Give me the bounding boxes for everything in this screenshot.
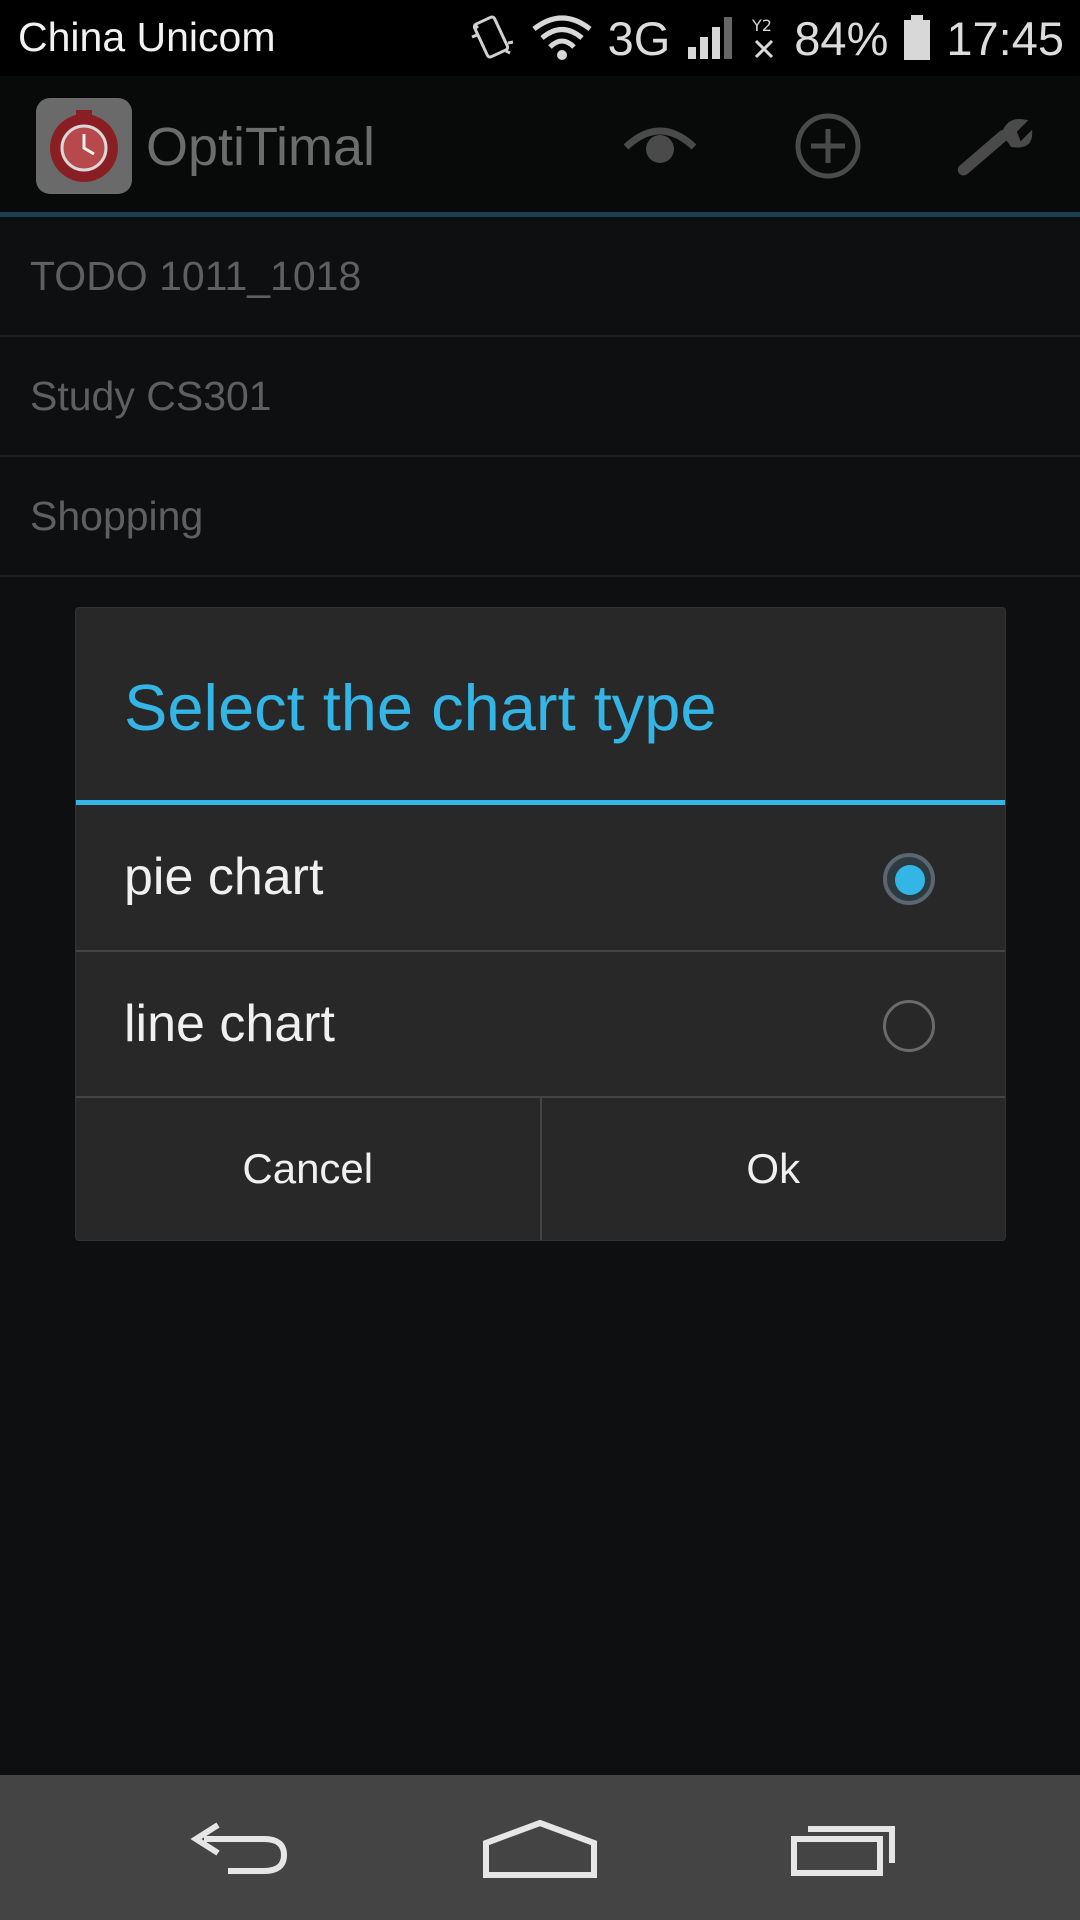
dialog-title: Select the chart type	[124, 671, 717, 744]
ok-button[interactable]: Ok	[539, 1098, 1006, 1240]
no-signal-icon: Y2	[751, 16, 774, 59]
radio-button-unchecked[interactable]	[883, 1000, 935, 1052]
battery-percent: 84%	[794, 11, 889, 65]
option-label: pie chart	[124, 848, 324, 906]
network-type: 3G	[607, 11, 671, 65]
option-line-chart[interactable]: line chart	[76, 952, 1005, 1097]
back-button[interactable]	[174, 1799, 304, 1899]
dialog-button-bar: Cancel Ok	[76, 1096, 1005, 1240]
battery-icon	[904, 15, 931, 60]
status-icons: 3G Y2 84% 17:45	[470, 8, 1064, 68]
radio-button-checked[interactable]	[883, 853, 935, 905]
clock: 17:45	[946, 11, 1064, 65]
svg-text:Y2: Y2	[751, 16, 772, 35]
home-button[interactable]	[475, 1799, 605, 1899]
status-bar: China Unicom 3G Y2 84% 17:45	[0, 0, 1080, 76]
option-pie-chart[interactable]: pie chart	[76, 805, 1005, 950]
home-icon	[483, 1819, 597, 1878]
back-icon	[190, 1822, 288, 1874]
carrier-name: China Unicom	[18, 14, 276, 60]
navigation-bar	[0, 1775, 1080, 1920]
option-label: line chart	[124, 995, 335, 1053]
chart-type-dialog: Select the chart type pie chart line cha…	[76, 608, 1005, 1240]
signal-icon	[688, 17, 733, 59]
wifi-icon	[532, 15, 592, 60]
vibrate-icon	[471, 15, 513, 59]
recents-icon	[791, 1826, 895, 1876]
recents-button[interactable]	[778, 1799, 908, 1899]
radio-dot	[895, 865, 925, 895]
cancel-button[interactable]: Cancel	[76, 1098, 540, 1240]
